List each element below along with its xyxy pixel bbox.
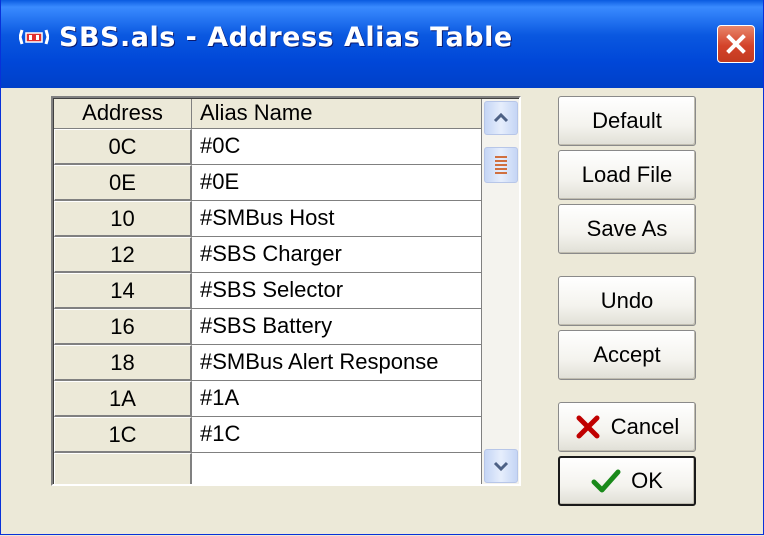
address-cell[interactable] — [54, 453, 192, 484]
table-row[interactable]: 12 #SBS Charger — [54, 237, 482, 273]
table-row[interactable]: 18 #SMBus Alert Response — [54, 345, 482, 381]
address-cell[interactable]: 14 — [54, 273, 192, 309]
table-row[interactable]: 1C #1C — [54, 417, 482, 453]
alias-cell[interactable]: #SMBus Alert Response — [192, 345, 482, 381]
alias-cell[interactable]: #SBS Charger — [192, 237, 482, 273]
scroll-thumb[interactable] — [484, 147, 518, 183]
scroll-down-button[interactable] — [484, 449, 518, 483]
load-file-button[interactable]: Load File — [558, 150, 696, 200]
default-button[interactable]: Default — [558, 96, 696, 146]
alias-cell[interactable]: #SBS Battery — [192, 309, 482, 345]
ok-button[interactable]: OK — [558, 456, 696, 506]
table-row[interactable]: 1A #1A — [54, 381, 482, 417]
ok-button-label: OK — [631, 468, 663, 493]
accept-button[interactable]: Accept — [558, 330, 696, 380]
column-header-alias-name[interactable]: Alias Name — [192, 99, 482, 129]
dialog-window: SBS.als - Address Alias Table Address Al… — [0, 0, 764, 535]
cancel-button[interactable]: Cancel — [558, 402, 696, 452]
scroll-up-button[interactable] — [484, 101, 518, 135]
chevron-down-icon — [493, 461, 509, 472]
close-icon — [726, 34, 746, 54]
table-row[interactable]: 14 #SBS Selector — [54, 273, 482, 309]
alias-cell[interactable]: #1C — [192, 417, 482, 453]
checkmark-icon — [591, 469, 621, 493]
cancel-button-label: Cancel — [610, 414, 680, 439]
address-cell[interactable]: 16 — [54, 309, 192, 345]
address-cell[interactable]: 18 — [54, 345, 192, 381]
alias-cell[interactable]: #1A — [192, 381, 482, 417]
alias-cell[interactable]: #SMBus Host — [192, 201, 482, 237]
table-row[interactable]: 0C #0C — [54, 129, 482, 165]
app-icon — [18, 26, 50, 48]
window-title: SBS.als - Address Alias Table — [59, 22, 513, 53]
table-row[interactable]: 16 #SBS Battery — [54, 309, 482, 345]
close-button[interactable] — [717, 25, 755, 63]
address-cell[interactable]: 0E — [54, 165, 192, 201]
address-cell[interactable]: 0C — [54, 129, 192, 165]
cancel-x-icon — [576, 415, 600, 439]
address-cell[interactable]: 1C — [54, 417, 192, 453]
table-row[interactable]: 0E #0E — [54, 165, 482, 201]
grip-icon — [495, 156, 507, 174]
table-row[interactable]: 10 #SMBus Host — [54, 201, 482, 237]
alias-cell[interactable] — [192, 453, 482, 484]
alias-cell[interactable]: #0E — [192, 165, 482, 201]
title-bar[interactable]: SBS.als - Address Alias Table — [1, 0, 763, 88]
column-header-address[interactable]: Address — [54, 99, 192, 129]
table-row[interactable] — [54, 453, 482, 484]
address-cell[interactable]: 12 — [54, 237, 192, 273]
save-as-button[interactable]: Save As — [558, 204, 696, 254]
alias-cell[interactable]: #SBS Selector — [192, 273, 482, 309]
address-cell[interactable]: 1A — [54, 381, 192, 417]
vertical-scrollbar[interactable] — [482, 99, 519, 484]
alias-grid[interactable]: Address Alias Name 0C #0C 0E #0E 10 #SMB… — [51, 96, 521, 486]
alias-cell[interactable]: #0C — [192, 129, 482, 165]
chevron-up-icon — [493, 112, 509, 123]
address-cell[interactable]: 10 — [54, 201, 192, 237]
undo-button[interactable]: Undo — [558, 276, 696, 326]
